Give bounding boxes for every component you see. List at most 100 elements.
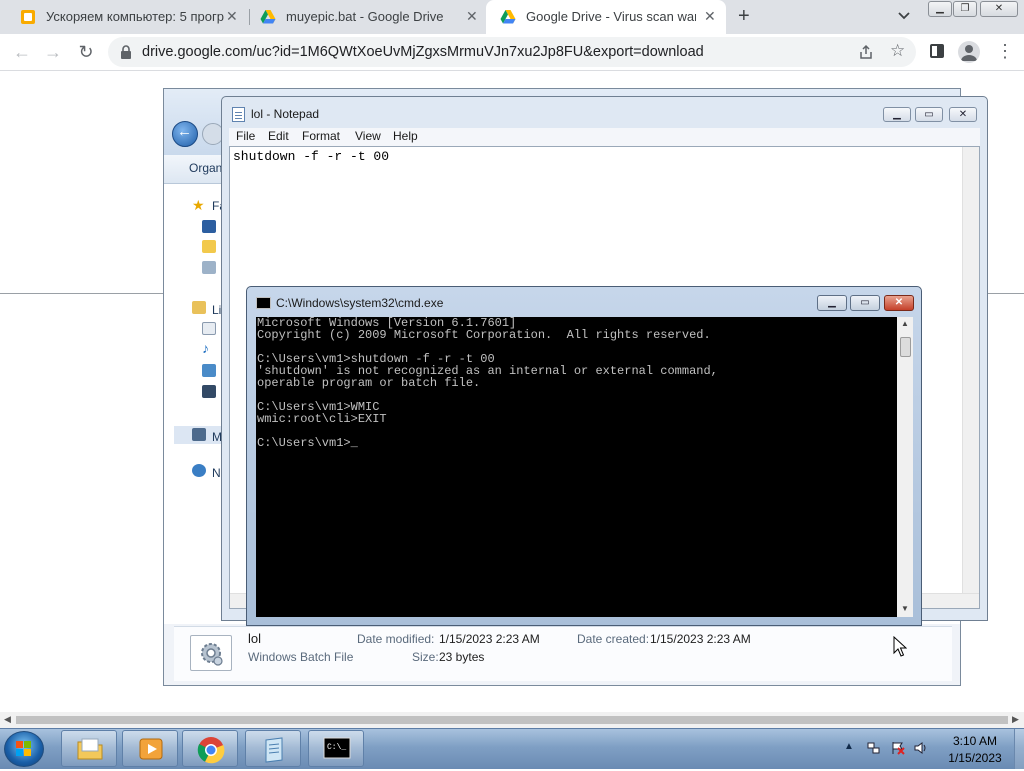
batch-file-gear-icon <box>190 635 232 671</box>
tab-title: Ускоряем компьютер: 5 программ <box>46 9 224 24</box>
new-tab-button[interactable]: + <box>738 6 750 26</box>
desktop-icon <box>202 220 216 233</box>
network-icon[interactable] <box>867 741 881 755</box>
cmd-maximize-button[interactable]: ▭ <box>850 295 880 311</box>
clock-date[interactable]: 1/15/2023 <box>930 751 1020 765</box>
windows-logo-icon <box>16 741 31 756</box>
close-icon[interactable]: ✕ <box>466 8 478 24</box>
tab-title: muyepic.bat - Google Drive <box>286 9 444 24</box>
chevron-down-icon[interactable] <box>897 9 911 23</box>
menu-help[interactable]: Help <box>393 129 418 143</box>
close-window-button[interactable]: ✕ <box>980 1 1018 17</box>
command-prompt-icon: C:\_ <box>323 737 351 759</box>
cmd-minimize-button[interactable]: ▁ <box>817 295 847 311</box>
action-center-flag-icon[interactable] <box>891 741 905 755</box>
url-text[interactable]: drive.google.com/uc?id=1M6QWtXoeUvMjZgxs… <box>142 44 704 60</box>
cmd-scroll-thumb[interactable] <box>900 337 911 357</box>
cmd-output[interactable]: Microsoft Windows [Version 6.1.7601] Cop… <box>257 317 718 449</box>
date-modified-label: Date modified: <box>357 632 435 646</box>
taskbar-media-player-button[interactable] <box>122 730 178 767</box>
taskbar-explorer-button[interactable] <box>61 730 117 767</box>
browser-scroll-thumb[interactable] <box>16 716 1008 724</box>
close-icon[interactable]: ✕ <box>704 8 716 24</box>
scroll-up-arrow-icon[interactable]: ▲ <box>901 319 909 328</box>
notepad-maximize-button[interactable]: ▭ <box>915 107 943 122</box>
bookmark-yellow-icon <box>21 10 35 24</box>
svg-text:C:\_: C:\_ <box>327 743 346 752</box>
size-value: 23 bytes <box>439 650 485 664</box>
taskbar-chrome-button[interactable] <box>182 730 238 767</box>
nav-item-network[interactable]: N <box>212 466 221 480</box>
browser-tab-strip: Ускоряем компьютер: 5 программ ✕ muyepic… <box>0 0 1024 34</box>
computer-icon <box>192 428 206 441</box>
menu-format[interactable]: Format <box>302 129 340 143</box>
organize-button[interactable]: Organ <box>189 161 222 175</box>
folder-icon <box>77 738 103 760</box>
notepad-menubar: File Edit Format View Help <box>229 128 980 146</box>
tab-muyepic-drive[interactable]: muyepic.bat - Google Drive ✕ <box>246 0 486 34</box>
favorites-star-icon: ★ <box>192 197 205 213</box>
scroll-right-arrow-icon[interactable]: ▶ <box>1012 714 1019 725</box>
notepad-vertical-scrollbar[interactable] <box>962 147 979 608</box>
back-arrow-icon[interactable] <box>172 121 198 147</box>
share-icon[interactable] <box>858 44 874 60</box>
network-globe-icon <box>192 464 206 477</box>
reload-button[interactable]: ↻ <box>76 42 96 62</box>
minimize-button[interactable]: ▁ <box>928 1 952 17</box>
restore-button[interactable]: ❐ <box>953 1 977 17</box>
clock-time[interactable]: 3:10 AM <box>930 734 1020 748</box>
cmd-close-button[interactable]: ✕ <box>884 295 914 311</box>
show-desktop-button[interactable] <box>1014 729 1024 769</box>
tab-virus-scan-warning[interactable]: Google Drive - Virus scan warning ✕ <box>486 0 726 34</box>
date-created-value: 1/15/2023 2:23 AM <box>650 632 751 646</box>
file-name: lol <box>248 631 262 646</box>
google-drive-icon <box>500 10 516 24</box>
browser-horizontal-scrollbar[interactable]: ◀ ▶ <box>0 712 1024 728</box>
bookmark-star-icon[interactable]: ☆ <box>890 42 905 60</box>
menu-edit[interactable]: Edit <box>268 129 289 143</box>
documents-icon <box>202 322 216 335</box>
nav-item-libraries[interactable]: Li <box>212 303 221 317</box>
file-type: Windows Batch File <box>248 650 354 664</box>
cmd-vertical-scrollbar[interactable]: ▲ ▼ <box>897 317 913 617</box>
notepad-close-button[interactable]: ✕ <box>949 107 977 122</box>
notepad-content[interactable]: shutdown -f -r -t 00 <box>233 149 389 164</box>
show-hidden-icons-icon[interactable]: ▲ <box>844 741 854 752</box>
cmd-icon <box>256 297 271 309</box>
media-player-icon <box>139 738 163 760</box>
windows-taskbar: C:\_ ▲ 3:10 AM 1/15/2023 <box>0 728 1024 769</box>
pictures-icon <box>202 364 216 377</box>
scroll-left-arrow-icon[interactable]: ◀ <box>4 714 11 725</box>
address-bar[interactable]: drive.google.com/uc?id=1M6QWtXoeUvMjZgxs… <box>108 37 916 67</box>
downloads-folder-icon <box>202 240 216 253</box>
back-button[interactable]: ← <box>12 42 32 62</box>
size-label: Size: <box>412 650 439 664</box>
menu-view[interactable]: View <box>355 129 381 143</box>
forward-button[interactable]: → <box>43 42 63 62</box>
chrome-icon <box>197 737 225 764</box>
videos-icon <box>202 385 216 398</box>
libraries-icon <box>192 301 206 314</box>
tab-speed-up-computer[interactable]: Ускоряем компьютер: 5 программ ✕ <box>6 0 246 34</box>
tab-title: Google Drive - Virus scan warning <box>526 9 696 24</box>
side-panel-icon[interactable] <box>930 44 944 58</box>
notepad-minimize-button[interactable]: ▁ <box>883 107 911 122</box>
kebab-menu-icon[interactable]: ⋮ <box>996 42 1014 60</box>
cmd-console[interactable]: Microsoft Windows [Version 6.1.7601] Cop… <box>256 317 897 617</box>
music-note-icon: ♪ <box>202 340 209 356</box>
recent-places-icon <box>202 261 216 274</box>
scroll-down-arrow-icon[interactable]: ▼ <box>901 604 909 613</box>
close-icon[interactable]: ✕ <box>226 8 238 24</box>
date-modified-value: 1/15/2023 2:23 AM <box>439 632 540 646</box>
mouse-pointer-icon <box>893 636 907 657</box>
taskbar-cmd-button[interactable]: C:\_ <box>308 730 364 767</box>
profile-avatar-icon[interactable] <box>958 41 980 63</box>
browser-toolbar: ← → ↻ drive.google.com/uc?id=1M6QWtXoeUv… <box>0 34 1024 71</box>
start-button[interactable] <box>4 731 44 767</box>
lock-icon[interactable] <box>120 45 132 59</box>
menu-file[interactable]: File <box>236 129 255 143</box>
taskbar-notepad-button[interactable] <box>245 730 301 767</box>
cmd-window[interactable]: C:\Windows\system32\cmd.exe ▁ ▭ ✕ Micros… <box>246 286 922 626</box>
notepad-icon <box>232 107 245 122</box>
volume-icon[interactable] <box>914 741 928 755</box>
